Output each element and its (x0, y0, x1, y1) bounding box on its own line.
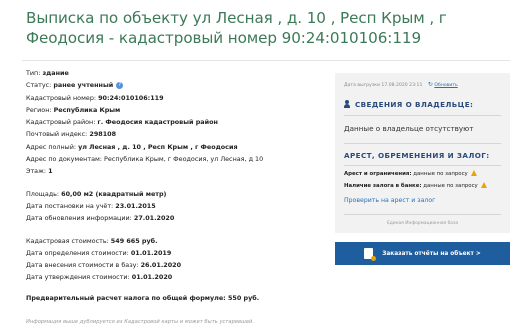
detail-cost-entry: Дата внесения стоимости в базу: 26.01.20… (26, 261, 182, 270)
pledge-row: Наличие залога в банке: данные по запрос… (344, 182, 487, 189)
detail-upd-date: Дата обновления информации: 27.01.2020 (26, 214, 175, 223)
tax-estimate: Предварительный расчет налога по общей ф… (26, 293, 260, 302)
page-title: Выписка по объекту ул Лесная , д. 10 , Р… (26, 9, 447, 47)
panel-divider (344, 143, 501, 144)
detail-cadnum: Кадастровый номер: 90:24:010106:119 (26, 93, 164, 102)
check-arrest-link[interactable]: Проверить на арест и залог (344, 197, 435, 204)
detail-cost-def: Дата определения стоимости: 01.01.2019 (26, 248, 172, 257)
detail-region: Регион: Республика Крым (26, 105, 121, 114)
footnote: Информация выше дублируется из Кадастров… (26, 319, 255, 325)
detail-type: Тип: здание (26, 69, 69, 77)
detail-floor: Этаж: 1 (26, 167, 53, 176)
owner-text: Данные о владельце отсутствуют (344, 124, 474, 133)
document-icon (364, 248, 377, 261)
export-date-line: Дата выгрузки 17.08.2020 23:11 ↻ Обновит… (344, 81, 458, 88)
warning-icon (470, 170, 477, 176)
base-caption: Единая Информационная база (386, 221, 459, 226)
detail-cost-appr: Дата утверждения стоимости: 01.01.2020 (26, 273, 173, 282)
refresh-icon[interactable]: ↻ (428, 81, 433, 88)
warning-icon (480, 182, 487, 188)
detail-reg-date: Дата постановки на учёт: 23.01.2015 (26, 201, 156, 210)
detail-cad-cost: Кадастровая стоимость: 549 665 руб. (26, 236, 158, 245)
owner-panel: Дата выгрузки 17.08.2020 23:11 ↻ Обновит… (335, 73, 510, 233)
detail-postal: Почтовый индекс: 298108 (26, 130, 117, 139)
detail-addr-full: Адрес полный: ул Лесная , д. 10 , Респ К… (26, 142, 238, 151)
person-icon (344, 100, 350, 108)
export-date: Дата выгрузки 17.08.2020 23:11 (344, 83, 423, 88)
object-details: Тип: здание Статус: ранее учтенный? Када… (26, 67, 326, 304)
refresh-link[interactable]: Обновить (434, 83, 457, 88)
panel-divider (344, 115, 501, 116)
detail-status: Статус: ранее учтенный? (26, 79, 326, 91)
owner-heading: СВЕДЕНИЯ О ВЛАДЕЛЬЦЕ: (344, 100, 473, 109)
panel-divider (344, 214, 501, 215)
panel-divider (344, 165, 501, 166)
detail-addr-doc: Адрес по документам: Республика Крым, г … (26, 155, 264, 164)
order-reports-button[interactable]: Заказать отчёты на объект > (335, 242, 510, 265)
detail-district: Кадастровый район: г. Феодосия кадастров… (26, 118, 218, 127)
detail-area: Площадь: 60,00 м2 (квадратный метр) (26, 189, 167, 198)
arrest-row: Арест и ограничения: данные по запросу (344, 170, 477, 177)
encumbrance-heading: АРЕСТ, ОБРЕМЕНЕНИЯ И ЗАЛОГ: (344, 151, 490, 160)
header-divider (22, 60, 510, 61)
help-icon[interactable]: ? (116, 81, 124, 89)
